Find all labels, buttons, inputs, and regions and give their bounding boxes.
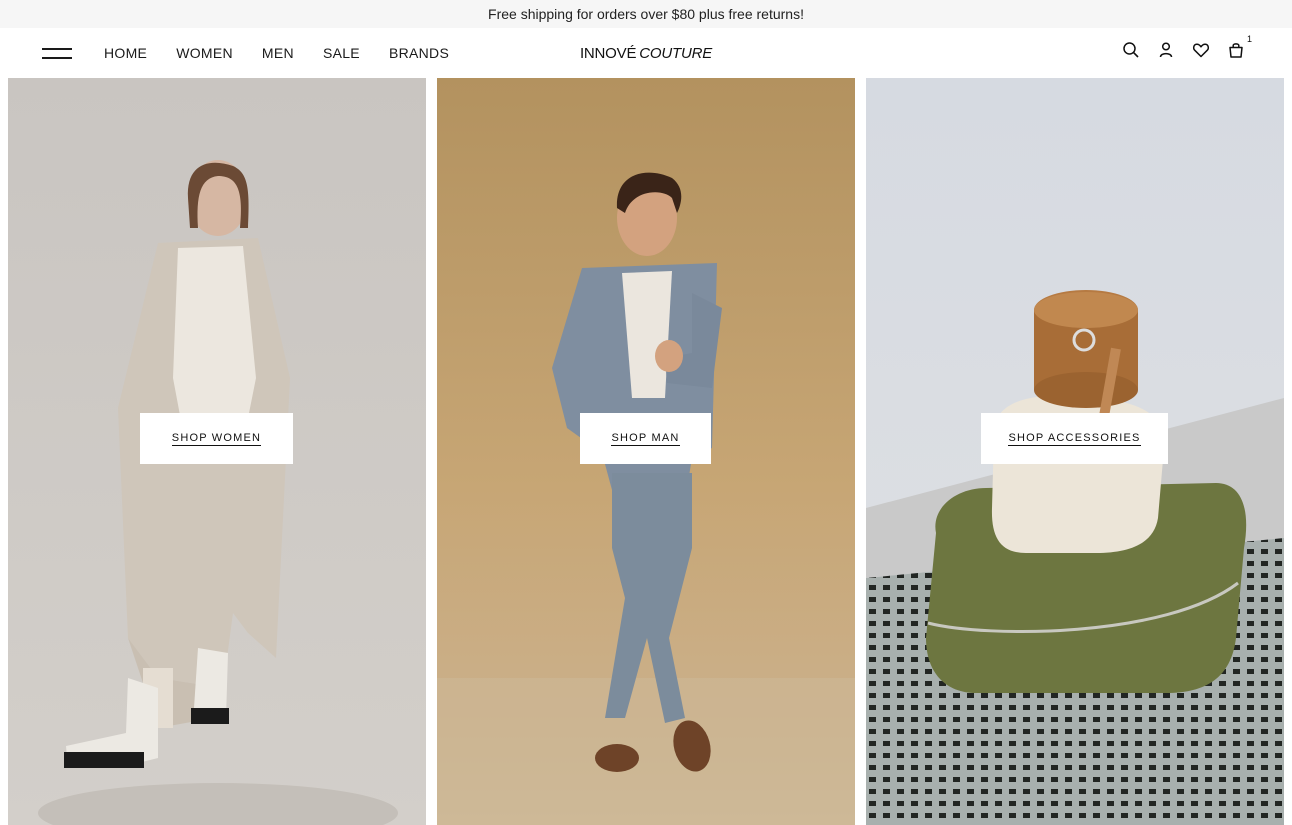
panel-accessories[interactable]: SHOP ACCESSORIES: [866, 78, 1284, 825]
site-header: HOME WOMEN MEN SALE BRANDS INNOVÉ COUTURE…: [0, 28, 1292, 78]
header-icons: 1: [1106, 34, 1252, 60]
shop-accessories-label: SHOP ACCESSORIES: [1008, 431, 1141, 446]
panel-man[interactable]: SHOP MAN: [437, 78, 855, 825]
panel-women[interactable]: SHOP WOMEN: [8, 78, 426, 825]
shop-accessories-button[interactable]: SHOP ACCESSORIES: [981, 413, 1168, 464]
announcement-text: Free shipping for orders over $80 plus f…: [488, 6, 804, 22]
account-icon[interactable]: [1156, 40, 1176, 60]
main-nav: HOME WOMEN MEN SALE BRANDS: [104, 28, 478, 78]
menu-icon[interactable]: [40, 45, 72, 61]
nav-brands[interactable]: BRANDS: [389, 45, 449, 61]
logo-script: COUTURE: [639, 44, 713, 62]
announcement-bar: Free shipping for orders over $80 plus f…: [0, 0, 1292, 28]
shop-man-label: SHOP MAN: [611, 431, 680, 446]
nav-home[interactable]: HOME: [104, 45, 147, 61]
cart-icon[interactable]: 1: [1226, 34, 1252, 60]
shop-women-label: SHOP WOMEN: [171, 431, 262, 446]
shop-women-button[interactable]: SHOP WOMEN: [140, 413, 293, 464]
search-icon[interactable]: [1121, 40, 1141, 60]
nav-men[interactable]: MEN: [262, 45, 294, 61]
wishlist-icon[interactable]: [1191, 40, 1211, 60]
logo-main: INNOVÉ: [579, 44, 637, 62]
cart-count-badge: 1: [1246, 34, 1252, 44]
hero-panels: SHOP WOMEN SHOP MAN SHOP ACCESSORIES: [0, 78, 1292, 825]
shop-man-button[interactable]: SHOP MAN: [580, 413, 711, 464]
nav-sale[interactable]: SALE: [323, 45, 360, 61]
nav-women[interactable]: WOMEN: [176, 45, 233, 61]
site-logo[interactable]: INNOVÉ COUTURE: [580, 45, 712, 62]
